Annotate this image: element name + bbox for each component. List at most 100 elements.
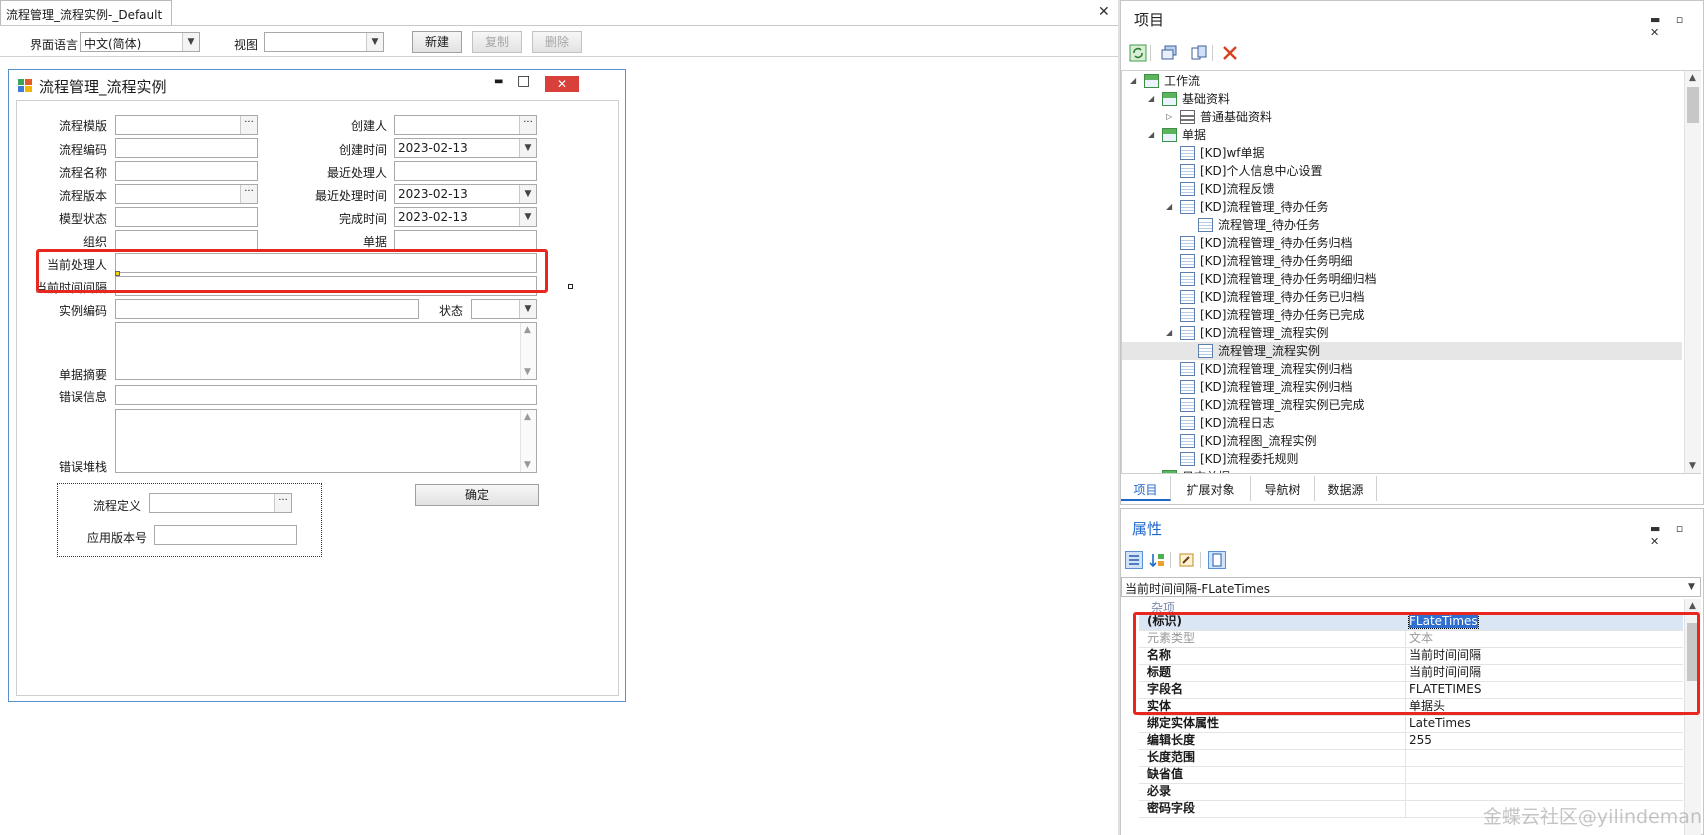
ellipsis-icon[interactable]: ··· (274, 494, 291, 512)
tab-project[interactable]: 项目 (1121, 476, 1171, 501)
property-pages-icon[interactable] (1178, 551, 1196, 569)
panel-window-controls[interactable]: ▬ ▫ ✕ (1650, 13, 1696, 39)
last-handler-field[interactable] (394, 161, 537, 181)
minimize-icon[interactable]: ▬ (494, 76, 503, 87)
tree-item[interactable]: [KD]流程图_流程实例 (1122, 432, 1682, 450)
scroll-up-icon[interactable]: ▲ (524, 412, 531, 422)
events-icon[interactable] (1208, 551, 1226, 569)
collapse-arrow-icon[interactable]: ◢ (1148, 90, 1154, 108)
copy-objects-icon[interactable] (1190, 44, 1208, 62)
process-def-field[interactable]: ··· (149, 493, 292, 513)
last-handle-time-field[interactable]: 2023-02-13 ▼ (394, 184, 537, 204)
tab-extension-objects[interactable]: 扩展对象 (1171, 476, 1251, 501)
property-value[interactable] (1405, 783, 1683, 800)
windows-icon[interactable] (1160, 44, 1178, 62)
property-value[interactable]: LateTimes (1405, 715, 1683, 732)
property-value[interactable] (1405, 766, 1683, 783)
collapse-arrow-icon[interactable]: ◢ (1148, 126, 1154, 144)
tree-item[interactable]: [KD]流程管理_流程实例归档 (1122, 378, 1682, 396)
expand-arrow-icon[interactable]: ▷ (1166, 108, 1172, 126)
tree-item[interactable]: 流程管理_待办任务 (1122, 216, 1682, 234)
view-select[interactable]: ▼ (264, 32, 384, 52)
object-selector[interactable]: 当前时间间隔-FLateTimes ▼ (1121, 577, 1701, 597)
template-field[interactable]: ··· (115, 115, 258, 135)
collapse-arrow-icon[interactable]: ◢ (1130, 72, 1136, 90)
maximize-icon[interactable]: □ (517, 73, 530, 89)
tree-item[interactable]: [KD]流程管理_流程实例已完成 (1122, 396, 1682, 414)
property-row[interactable]: 长度范围 (1139, 749, 1683, 767)
tree-item[interactable]: ◢ 单据 (1122, 126, 1682, 144)
property-row[interactable]: 绑定实体属性 LateTimes (1139, 715, 1683, 733)
copy-button[interactable]: 复制 (472, 31, 522, 53)
collapse-arrow-icon[interactable]: ◢ (1166, 198, 1172, 216)
tree-item[interactable]: [KD]流程管理_待办任务明细 (1122, 252, 1682, 270)
create-time-field[interactable]: 2023-02-13 ▼ (394, 138, 537, 158)
name-field[interactable] (115, 161, 258, 181)
categorized-icon[interactable] (1125, 551, 1143, 569)
tree-item[interactable]: 日志单据 (1122, 468, 1682, 473)
status-field[interactable]: ▼ (471, 299, 537, 319)
tree-item[interactable]: ◢ 工作流 (1122, 72, 1682, 90)
tree-item[interactable]: ◢ [KD]流程管理_流程实例 (1122, 324, 1682, 342)
tree-item[interactable]: [KD]流程管理_待办任务明细归档 (1122, 270, 1682, 288)
chevron-down-icon[interactable]: ▼ (519, 300, 536, 318)
document-close-icon[interactable]: ✕ (1098, 4, 1110, 20)
scroll-up-icon[interactable]: ▲ (524, 325, 531, 335)
delete-button[interactable]: 删除 (532, 31, 582, 53)
property-value[interactable] (1405, 749, 1683, 766)
category-header[interactable]: 杂项 (1139, 599, 1175, 615)
scroll-down-icon[interactable]: ▼ (1689, 461, 1696, 471)
code-field[interactable] (115, 138, 258, 158)
scroll-thumb[interactable] (1687, 87, 1699, 123)
tree-item[interactable]: ◢ 基础资料 (1122, 90, 1682, 108)
chevron-down-icon[interactable]: ▼ (1683, 578, 1700, 596)
property-value[interactable]: 255 (1405, 732, 1683, 749)
summary-field[interactable]: ▲ ▼ (115, 322, 537, 380)
tree-item[interactable]: [KD]流程管理_流程实例归档 (1122, 360, 1682, 378)
scrollbar[interactable]: ▲ ▼ (520, 410, 536, 472)
tree-item[interactable]: [KD]流程管理_待办任务已归档 (1122, 288, 1682, 306)
error-info-field[interactable] (115, 385, 537, 405)
language-select[interactable]: 中文(简体) ▼ (80, 32, 200, 52)
tree-scrollbar[interactable]: ▲ ▼ (1684, 71, 1701, 473)
new-button[interactable]: 新建 (412, 31, 462, 53)
scroll-down-icon[interactable]: ▼ (524, 460, 531, 470)
scrollbar[interactable]: ▲ ▼ (520, 323, 536, 379)
tree-item[interactable]: [KD]流程委托规则 (1122, 450, 1682, 468)
collapse-arrow-icon[interactable]: ◢ (1166, 324, 1172, 342)
app-version-field[interactable] (154, 525, 297, 545)
delete-icon[interactable] (1221, 44, 1239, 62)
tree-item[interactable]: [KD]流程管理_待办任务归档 (1122, 234, 1682, 252)
tab-nav-tree[interactable]: 导航树 (1251, 476, 1315, 501)
sort-az-icon[interactable] (1148, 551, 1166, 569)
ellipsis-icon[interactable]: ··· (519, 116, 536, 134)
selection-handle[interactable] (568, 284, 573, 289)
tree-item[interactable]: [KD]流程反馈 (1122, 180, 1682, 198)
property-row[interactable]: 编辑长度 255 (1139, 732, 1683, 750)
property-row[interactable]: 必录 (1139, 783, 1683, 801)
instance-code-field[interactable] (115, 299, 419, 319)
tree-item[interactable]: [KD]流程日志 (1122, 414, 1682, 432)
error-stack-field[interactable]: ▲ ▼ (115, 409, 537, 473)
property-row[interactable]: 缺省值 (1139, 766, 1683, 784)
ellipsis-icon[interactable]: ··· (240, 116, 257, 134)
bill-field[interactable] (394, 230, 537, 250)
scroll-up-icon[interactable]: ▲ (1689, 73, 1696, 83)
ellipsis-icon[interactable]: ··· (240, 185, 257, 203)
document-tab[interactable]: 流程管理_流程实例-_Default (0, 0, 172, 26)
ok-button[interactable]: 确定 (415, 484, 539, 506)
tree-item[interactable]: [KD]个人信息中心设置 (1122, 162, 1682, 180)
model-status-field[interactable] (115, 207, 258, 227)
chevron-down-icon[interactable]: ▼ (519, 208, 536, 226)
finish-time-field[interactable]: 2023-02-13 ▼ (394, 207, 537, 227)
tree-item[interactable]: 流程管理_流程实例 (1122, 342, 1682, 360)
org-field[interactable] (115, 230, 258, 250)
tab-datasource[interactable]: 数据源 (1315, 476, 1377, 501)
version-field[interactable]: ··· (115, 184, 258, 204)
tree-item[interactable]: ▷ 普通基础资料 (1122, 108, 1682, 126)
panel-window-controls[interactable]: ▬ ▫ ✕ (1650, 522, 1696, 548)
scroll-down-icon[interactable]: ▼ (524, 367, 531, 377)
scroll-up-icon[interactable]: ▲ (1689, 601, 1696, 611)
chevron-down-icon[interactable]: ▼ (519, 139, 536, 157)
creator-field[interactable]: ··· (394, 115, 537, 135)
